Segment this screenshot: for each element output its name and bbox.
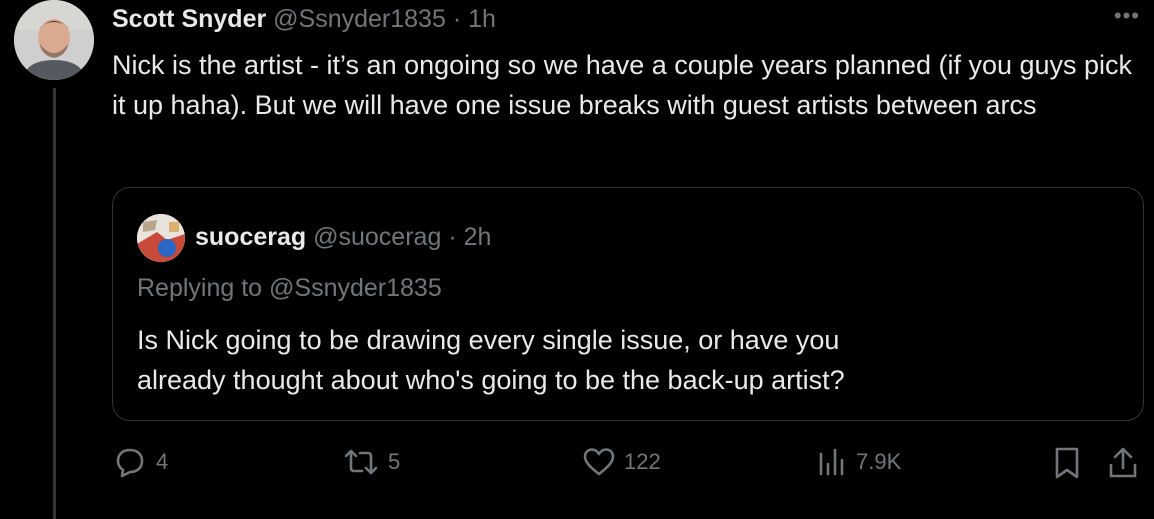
- like-count: 122: [624, 449, 661, 474]
- quoted-tweet[interactable]: suocerag @suocerag · 2h Replying to @Ssn…: [112, 187, 1144, 421]
- reply-count: 4: [156, 449, 169, 474]
- repost-count: 5: [388, 449, 401, 474]
- views-count: 7.9K: [856, 449, 902, 474]
- repost-button[interactable]: 5: [342, 446, 400, 478]
- quote-text: Is Nick going to be drawing every single…: [137, 320, 1117, 400]
- bookmark-button[interactable]: [1050, 446, 1084, 480]
- author-handle[interactable]: @Ssnyder1835: [273, 5, 446, 33]
- views-button[interactable]: 7.9K: [816, 446, 901, 478]
- quote-author-avatar[interactable]: [137, 214, 185, 262]
- header-separator: ·: [452, 5, 462, 33]
- tweet-text: Nick is the artist - it’s an ongoing so …: [112, 50, 1133, 120]
- share-icon: [1109, 447, 1137, 478]
- tweet-time[interactable]: 1h: [468, 5, 496, 33]
- author-avatar[interactable]: [14, 0, 94, 80]
- quote-author-handle[interactable]: @suocerag: [313, 223, 441, 251]
- quote-time[interactable]: 2h: [464, 223, 492, 251]
- repost-icon: [344, 449, 378, 475]
- action-bar: 4 5 122 7.9K: [0, 440, 1154, 490]
- share-button[interactable]: [1106, 446, 1140, 480]
- more-icon[interactable]: •••: [1114, 5, 1140, 27]
- tweet-header: Scott Snyder @Ssnyder1835 · 1h: [112, 4, 496, 34]
- reply-button[interactable]: 4: [112, 446, 168, 478]
- quote-separator: ·: [448, 223, 457, 251]
- like-button[interactable]: 122: [582, 446, 661, 478]
- reply-icon: [116, 448, 144, 478]
- replying-to[interactable]: Replying to @Ssnyder1835: [137, 272, 442, 304]
- bookmark-icon: [1055, 447, 1079, 479]
- quote-text-line-2: already thought about who's going to be …: [137, 365, 845, 395]
- author-name[interactable]: Scott Snyder: [112, 5, 266, 33]
- quote-header: suocerag @suocerag · 2h: [195, 221, 491, 253]
- views-icon: [819, 448, 844, 476]
- quote-text-line-1: Is Nick going to be drawing every single…: [137, 325, 840, 355]
- quote-author-name[interactable]: suocerag: [195, 223, 306, 251]
- like-icon: [583, 448, 615, 476]
